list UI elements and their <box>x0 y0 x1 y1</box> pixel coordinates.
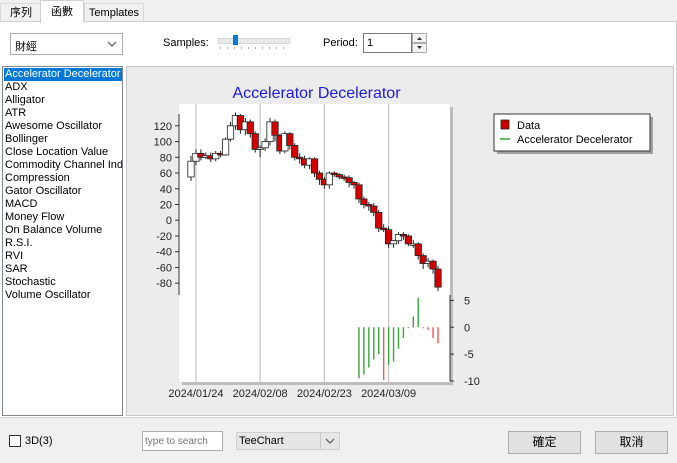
x-tick-label: 2024/01/24 <box>168 388 223 400</box>
tab-functions[interactable]: 函數 <box>40 0 84 23</box>
cancel-button[interactable]: 取消 <box>595 431 668 454</box>
period-up-button[interactable] <box>412 33 427 43</box>
tab-series[interactable]: 序列 <box>0 3 42 22</box>
y-tick-label: 40 <box>160 184 172 196</box>
chart: Accelerator Decelerator 2024/01/24 2024/02… <box>154 85 653 400</box>
samples-label: Samples: <box>163 37 209 49</box>
candle <box>434 268 442 288</box>
tab-bar: 序列 函數 Templates <box>0 0 677 23</box>
y-tick-label: 80 <box>160 152 172 164</box>
legend-item-data: Data <box>517 120 541 132</box>
candle <box>414 243 422 257</box>
function-list-item[interactable]: Gator Oscillator <box>5 185 81 198</box>
y-tick-label: 100 <box>154 137 172 149</box>
function-list-item[interactable]: Volume Oscillator <box>5 289 91 302</box>
candle <box>345 177 353 183</box>
function-list-item[interactable]: Alligator <box>5 94 45 107</box>
function-list-item[interactable]: ADX <box>5 81 28 94</box>
function-list-item[interactable]: Money Flow <box>5 211 64 224</box>
legend-swatch <box>500 119 510 130</box>
function-list-item[interactable]: On Balance Volume <box>5 224 102 237</box>
3d-checkbox-label: 3D(3) <box>25 435 53 447</box>
function-list[interactable]: Accelerator Decelerator ADX Alligator ATR Aw… <box>2 66 123 416</box>
candle <box>221 138 230 156</box>
y-tick-label: 20 <box>160 200 172 212</box>
chevron-down-icon <box>107 41 117 47</box>
function-group-value: 財經 <box>15 41 37 53</box>
slider-ticks <box>220 47 284 49</box>
ok-button[interactable]: 確定 <box>508 431 581 454</box>
samples-slider[interactable] <box>218 35 290 53</box>
candle <box>187 160 195 178</box>
candle <box>271 121 279 136</box>
function-list-item[interactable]: RVI <box>5 250 23 263</box>
y-tick-label: -20 <box>156 231 172 243</box>
candle <box>291 145 299 158</box>
candle <box>286 133 294 146</box>
candle <box>315 172 324 180</box>
legend-item-acc-dec: Accelerator Decelerator <box>517 134 633 146</box>
period-down-button[interactable] <box>412 43 427 53</box>
period-input[interactable]: 1 <box>363 33 412 53</box>
candle <box>261 141 269 149</box>
candle <box>370 205 378 213</box>
y-tick-label: -40 <box>156 247 172 259</box>
y-tick-label: -60 <box>156 262 172 274</box>
function-list-item[interactable]: SAR <box>5 263 28 276</box>
period-label: Period: <box>323 37 358 49</box>
candle <box>355 184 363 200</box>
candle <box>310 158 319 174</box>
y2-tick-label: -5 <box>464 349 474 361</box>
y2-tick-label: -10 <box>464 376 480 388</box>
y2-tick-label: 0 <box>464 322 470 334</box>
function-list-item[interactable]: ATR <box>5 107 26 120</box>
candle <box>404 235 412 245</box>
function-list-item[interactable]: R.S.I. <box>5 237 33 250</box>
function-list-item[interactable]: Stochastic <box>5 276 56 289</box>
arrow-up-icon <box>417 37 422 40</box>
function-list-item[interactable]: MACD <box>5 198 37 211</box>
candle <box>251 133 259 150</box>
candle <box>246 121 254 135</box>
chart-panel: Accelerator Decelerator 2024/01/24 2024/02… <box>126 66 674 416</box>
x-tick-label: 2024/02/23 <box>297 388 352 400</box>
function-list-item[interactable]: Close Location Value <box>5 146 108 159</box>
x-tick-label: 2024/02/08 <box>233 388 288 400</box>
function-list-item[interactable]: Accelerator Decelerator <box>4 68 122 81</box>
samples-slider-thumb[interactable] <box>233 35 238 45</box>
chart-title: Accelerator Decelerator <box>232 85 401 102</box>
candle <box>389 240 398 245</box>
function-group-combo[interactable]: 財經 <box>10 33 123 55</box>
theme-combo[interactable]: TeeChart <box>236 432 340 450</box>
candle <box>360 198 368 205</box>
3d-checkbox[interactable] <box>9 435 21 447</box>
arrow-down-icon <box>417 46 422 49</box>
y-tick-label: 0 <box>166 215 172 227</box>
function-list-item[interactable]: Awesome Oscillator <box>5 120 102 133</box>
function-list-item[interactable]: Commodity Channel Index <box>5 159 122 172</box>
candle <box>429 260 437 270</box>
candle <box>375 211 383 229</box>
function-list-item[interactable]: Bollinger <box>5 133 48 146</box>
y-tick-label: 60 <box>160 168 172 180</box>
y-tick-label: 120 <box>154 121 172 133</box>
period-value: 1 <box>367 37 374 49</box>
plot-shadow <box>182 382 453 385</box>
theme-value: TeeChart <box>239 435 284 447</box>
x-tick-label: 2024/03/09 <box>361 388 416 400</box>
y-tick-label: -80 <box>156 278 172 290</box>
search-input[interactable] <box>142 431 223 451</box>
candle <box>226 125 235 140</box>
chevron-down-icon <box>325 438 335 444</box>
tab-templates[interactable]: Templates <box>84 3 144 22</box>
function-list-item[interactable]: Compression <box>5 172 70 185</box>
y2-tick-label: 5 <box>464 295 470 307</box>
